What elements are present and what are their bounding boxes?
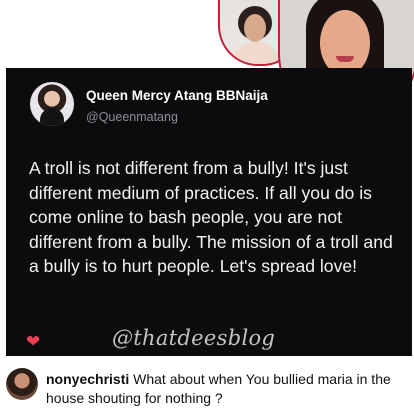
tweet-text: A troll is not different from a bully! I… <box>29 158 393 276</box>
heart-icon: ❤ <box>26 332 41 351</box>
commenter-avatar[interactable] <box>6 368 38 400</box>
watermark: @thatdeesblog <box>112 326 276 350</box>
tweet-author-handle[interactable]: @Queenmatang <box>86 110 178 124</box>
comment-username[interactable]: nonyechristi <box>46 371 129 387</box>
tweet-author-name[interactable]: Queen Mercy Atang BBNaija <box>86 88 268 103</box>
comment: nonyechristi What about when You bullied… <box>46 370 410 408</box>
tweet-author-avatar[interactable] <box>30 82 74 126</box>
